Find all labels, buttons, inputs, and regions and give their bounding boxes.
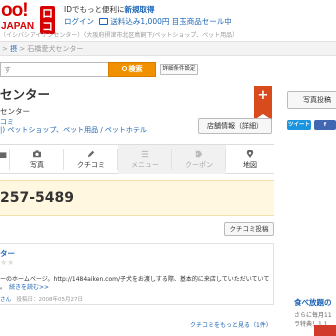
id-promo-text: IDでもっと便利に [64,5,125,14]
store-subtitle: センター [0,107,30,116]
facebook-button[interactable]: f [314,120,336,130]
search-icon [121,66,127,71]
tab-photo[interactable]: 写真 [10,145,64,174]
tab-map[interactable]: 地図 [226,145,274,174]
phone-number[interactable]: 257-5489 [0,190,74,206]
cart-icon [99,18,109,25]
logo-text: oo! [1,0,29,21]
page-title: センター [0,87,51,102]
store-tabs: 写真 クチコミ メニュー クーポン 地図 [0,144,274,174]
search-button-label: 検索 [128,65,143,73]
login-promo: ログイン 送料込み1,000円 目玉商品セール中 [64,16,232,27]
plus-icon: + [257,88,269,103]
register-link[interactable]: 新規取得 [125,5,155,14]
review-meta: さん 投稿日：2008年05月27日 [0,295,83,303]
tab-kuchikomi-label: クチコミ [77,161,105,169]
menu-icon [141,150,149,158]
tab-photo-label: 写真 [30,161,44,169]
review-text-prefix: 。 [0,284,4,291]
tab-map-label: 地図 [243,161,257,169]
tab-coupon: クーポン [172,145,226,174]
rating-stars: ★★ [0,258,15,267]
tab-menu: メニュー [118,145,172,174]
review-text: ーのホームページ。http://1484aiken.com/子犬をお渡しする際、… [0,276,269,292]
login-link[interactable]: ログイン [64,17,94,26]
address-line: （イシバシアイケンセンター）（大阪府摂津市北区鳥飼下/ペットショップ、ペット用品… [0,32,239,39]
camera-icon [33,150,41,158]
tab-home[interactable] [0,145,10,174]
review-user-link[interactable]: さん [0,297,11,303]
breadcrumb: > 摂 > 石橋愛犬センター [2,45,84,53]
kuchikomi-post-button[interactable]: クチコミ投稿 [224,222,274,236]
detail-search-button[interactable]: 詳細条件設定 [160,64,198,75]
store-info-button[interactable]: 店舗情報（詳細） [198,118,272,134]
tab-kuchikomi[interactable]: クチコミ [64,145,118,174]
tab-coupon-label: クーポン [185,161,213,169]
tag-icon [195,150,203,158]
search-button[interactable]: 検索 [108,62,156,77]
bookmark-button[interactable]: + [254,86,272,120]
side-promo-title[interactable]: 食べ放題の [294,297,332,308]
category-link[interactable]: |) ペットショップ、ペット用品 / ペットホテル [0,125,147,135]
photo-post-button[interactable]: 写真投稿 [287,91,336,109]
pencil-icon [87,150,95,158]
sale-promo-link[interactable]: 送料込み1,000円 目玉商品セール中 [110,17,231,26]
search-input[interactable]: す [0,62,108,77]
review-date: 投稿日：2008年05月27日 [16,297,84,303]
tweet-button[interactable]: ツイート [287,120,311,130]
map-pin-icon [246,150,254,158]
kuchikomi-more-link[interactable]: クチコミをもっと見る（1件） [190,320,272,329]
tab-menu-label: メニュー [131,161,159,169]
breadcrumb-bar: > 摂 > 石橋愛犬センター [0,41,336,56]
breadcrumb-item-current: 石橋愛犬センター [27,45,84,53]
id-promo: IDでもっと便利に新規取得 [64,4,155,15]
side-promo-image[interactable] [314,325,336,336]
read-more-link[interactable]: 続きを読む>> [9,284,49,291]
review-body: ーのホームページ。http://1484aiken.com/子犬をお渡しする際、… [0,276,270,283]
home-icon [0,152,7,158]
